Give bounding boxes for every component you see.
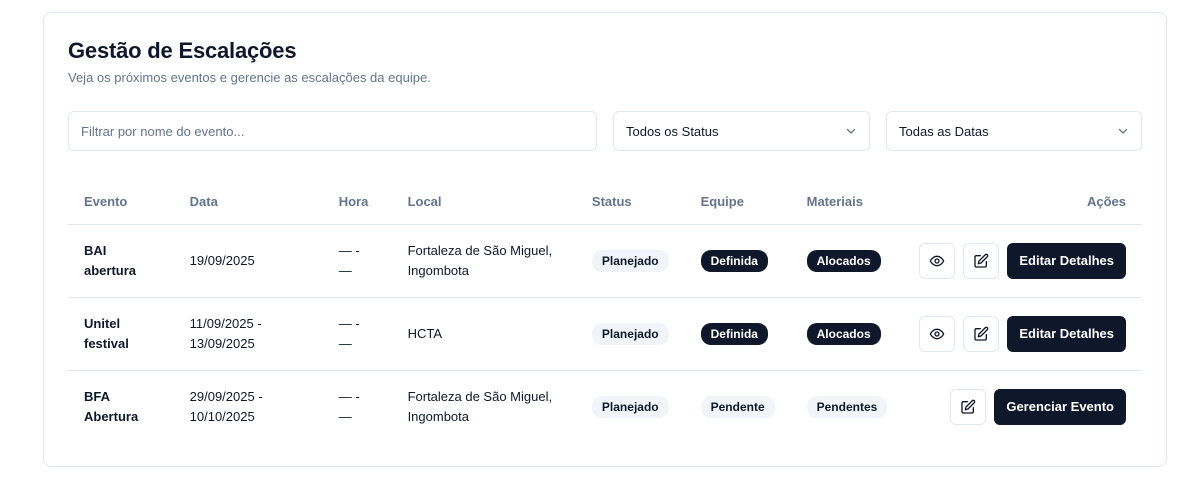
page-title: Gestão de Escalações [68, 38, 297, 63]
edit-icon [974, 253, 989, 268]
date-filter-select[interactable]: Todas as Datas [886, 111, 1142, 151]
event-time: — - — [322, 297, 392, 371]
event-name: BFA Abertura [84, 388, 139, 424]
row-actions: Editar Detalhes [919, 315, 1126, 352]
row-actions: Gerenciar Evento [919, 388, 1126, 425]
event-date: 19/09/2025 [173, 224, 323, 298]
column-header-team: Equipe [684, 179, 791, 225]
event-name: Unitel festival [68, 297, 174, 371]
event-name: BAI abertura [68, 224, 174, 298]
materials-badge: Alocados [806, 322, 881, 345]
table-header-row: Evento Data Hora Local Status Equipe Mat… [68, 179, 1142, 225]
actions-cell: Gerenciar Evento [903, 370, 1142, 443]
view-button[interactable] [919, 315, 956, 352]
status-cell: Planejado [576, 370, 685, 443]
team-cell: Definida [684, 297, 791, 371]
event-name-filter-input[interactable] [68, 111, 597, 151]
event-location: Fortaleza de São Miguel, Ingombota [391, 224, 576, 298]
eye-icon [930, 255, 945, 266]
materials-badge: Pendentes [806, 395, 888, 418]
event-date: 29/09/2025 - 10/10/2025 [189, 388, 263, 424]
event-time: — - — [338, 388, 360, 424]
edit-details-button[interactable]: Editar Detalhes [1007, 315, 1126, 352]
edit-button[interactable] [963, 315, 1000, 352]
edit-details-button[interactable]: Editar Detalhes [1007, 242, 1126, 279]
date-filter-value: Todas as Datas [899, 123, 989, 139]
status-cell: Planejado [575, 297, 685, 371]
status-badge: Planejado [591, 249, 669, 272]
materials-badge: Alocados [806, 249, 881, 272]
edit-button[interactable] [963, 242, 1000, 279]
column-header-status: Status [575, 179, 685, 225]
table-row: Unitel festival 11/09/2025 - 13/09/2025 … [68, 297, 1142, 371]
team-cell: Definida [684, 224, 791, 298]
team-badge: Definida [700, 322, 768, 345]
view-button[interactable] [919, 242, 956, 279]
column-header-time: Hora [322, 179, 392, 225]
eye-icon [930, 328, 945, 339]
manage-event-button[interactable]: Gerenciar Evento [994, 388, 1126, 425]
event-location: HCTA [391, 297, 576, 371]
actions-cell: Editar Detalhes [903, 297, 1142, 371]
edit-icon [961, 399, 976, 414]
escalations-card: Gestão de Escalações Veja os próximos ev… [43, 12, 1167, 467]
events-table: Evento Data Hora Local Status Equipe Mat… [68, 179, 1142, 443]
column-header-event: Evento [68, 179, 174, 225]
status-filter-value: Todos os Status [626, 123, 719, 139]
column-header-location: Local [391, 179, 576, 225]
edit-button[interactable] [950, 388, 987, 425]
status-cell: Planejado [575, 224, 685, 298]
page-subtitle: Veja os próximos eventos e gerencie as e… [68, 70, 431, 85]
materials-cell: Alocados [790, 297, 904, 371]
status-badge: Planejado [591, 395, 669, 418]
team-badge: Pendente [700, 395, 775, 418]
column-header-date: Data [173, 179, 323, 225]
edit-icon [974, 326, 989, 341]
table-row: BFA Abertura 29/09/2025 - 10/10/2025 — -… [68, 370, 1142, 443]
materials-cell: Pendentes [791, 370, 904, 443]
table-row: BAI abertura 19/09/2025 — - — Fortaleza … [68, 224, 1142, 298]
chevron-down-icon [1117, 125, 1129, 137]
team-cell: Pendente [685, 370, 791, 443]
status-filter-select[interactable]: Todos os Status [613, 111, 870, 151]
chevron-down-icon [845, 125, 857, 137]
team-badge: Definida [700, 249, 768, 272]
materials-cell: Alocados [790, 224, 904, 298]
event-date: 11/09/2025 - 13/09/2025 [173, 297, 323, 371]
event-location: Fortaleza de São Miguel, Ingombota [407, 388, 553, 424]
row-actions: Editar Detalhes [919, 242, 1126, 279]
column-header-materials: Materiais [790, 179, 904, 225]
actions-cell: Editar Detalhes [903, 224, 1142, 298]
event-time: — - — [322, 224, 392, 298]
column-header-actions: Ações [903, 179, 1142, 225]
status-badge: Planejado [591, 322, 669, 345]
